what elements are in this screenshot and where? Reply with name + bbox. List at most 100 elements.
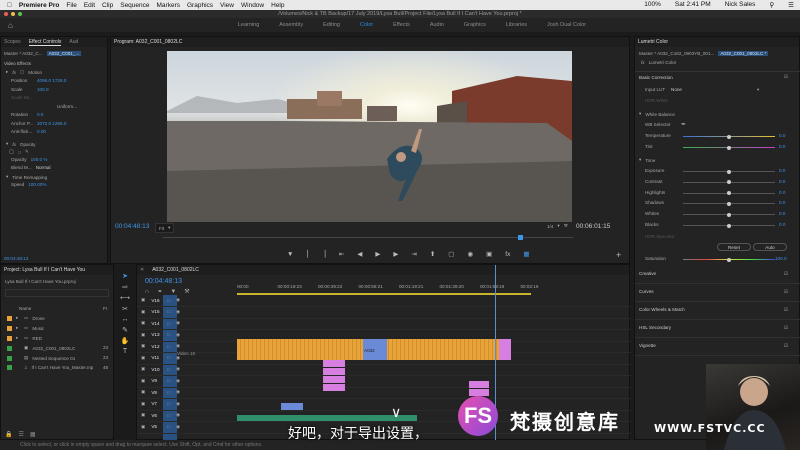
workspace-graphics[interactable]: Graphics [464, 22, 486, 28]
search-icon[interactable]: ⚲ [769, 1, 774, 9]
menu-markers[interactable]: Markers [157, 2, 180, 9]
tone-value[interactable]: 0.0 [779, 211, 785, 216]
tint-knob[interactable] [727, 145, 731, 150]
menu-clip[interactable]: Clip [102, 2, 113, 9]
eye-icon[interactable]: ◉ [176, 378, 180, 384]
track-lock-icon[interactable]: ▣ [141, 343, 145, 349]
eye-icon[interactable]: ◉ [176, 320, 180, 326]
track-name[interactable]: V13 [151, 332, 161, 337]
export-frame-icon[interactable]: ◉ [467, 250, 473, 258]
track-name[interactable]: V10 [151, 367, 161, 372]
track-header[interactable]: ▣ V9 □ ◉ [141, 378, 180, 384]
track-lock-icon[interactable]: ▣ [141, 355, 145, 361]
sync-lock-icon[interactable]: □ [167, 378, 170, 383]
sync-lock-icon[interactable]: □ [167, 424, 170, 429]
rect-mask-icon[interactable]: □ [18, 150, 21, 155]
lumetri-section-heading[interactable]: HSL Secondary [639, 325, 671, 330]
menu-list-icon[interactable]: ☰ [788, 1, 794, 9]
motion-property-value[interactable]: 0.0 [37, 112, 43, 117]
track-header[interactable]: ▣ V8 □ ◉ [141, 389, 180, 395]
sync-lock-icon[interactable]: □ [167, 344, 170, 349]
vr-video-icon[interactable]: ▦ [523, 250, 529, 258]
menu-window[interactable]: Window [241, 2, 264, 9]
track-header[interactable]: ▣ V7 □ ◉ [141, 401, 180, 407]
reset-button[interactable]: Reset [717, 243, 751, 251]
video-clip[interactable]: A032 [363, 339, 387, 360]
temperature-slider[interactable] [683, 134, 775, 139]
clip-label[interactable]: A032_C001_... [46, 51, 82, 56]
temperature-knob[interactable] [727, 134, 731, 139]
razor-tool-icon[interactable]: ✂ [122, 305, 128, 313]
temperature-value[interactable]: 0.0 [779, 133, 785, 138]
motion-property-value[interactable]: 2072.0 1296.0 [37, 121, 66, 126]
lumetri-master-label[interactable]: Master * A032_C162_0903YB_001... [639, 51, 714, 56]
eye-icon[interactable]: ◉ [176, 297, 180, 303]
timeline-timecode[interactable]: 00:04:48:13 [145, 278, 182, 285]
label-color-swatch[interactable] [7, 365, 12, 370]
speed-value[interactable]: 100.00% [28, 182, 46, 187]
lumetri-clip-label[interactable]: A032_C001_0802LC * [718, 51, 769, 56]
sync-lock-icon[interactable]: □ [167, 390, 170, 395]
track-header[interactable]: ▣ V13 □ ◉ [141, 332, 180, 338]
tab-sequence[interactable]: A032_C001_0802LC [152, 267, 199, 273]
audio-clip[interactable] [237, 415, 417, 421]
eye-icon[interactable]: ◉ [176, 412, 180, 418]
track-lock-icon[interactable]: ▣ [141, 320, 145, 326]
menu-graphics[interactable]: Graphics [187, 2, 213, 9]
track-header[interactable]: ▣ V11 □ ◉ [141, 355, 180, 361]
sync-lock-icon[interactable]: □ [167, 321, 170, 326]
video-clip[interactable]: A032 [323, 360, 345, 374]
selection-tool-icon[interactable]: ➤ [122, 272, 128, 280]
sync-lock-icon[interactable]: □ [167, 401, 170, 406]
hand-tool-icon[interactable]: ✋ [121, 337, 130, 345]
pen-mask-icon[interactable]: ✎ [25, 149, 29, 155]
menu-edit[interactable]: Edit [84, 2, 95, 9]
track-name[interactable]: V14 [151, 321, 161, 326]
tone-slider-knob[interactable] [727, 169, 731, 174]
zoom-window-button[interactable] [18, 12, 22, 16]
workspace-libraries[interactable]: Libraries [506, 22, 527, 28]
timeline-settings-icon[interactable]: ⚒ [184, 288, 189, 295]
track-header[interactable]: ▣ V16 □ ◉ [141, 297, 180, 303]
menu-view[interactable]: View [220, 2, 234, 9]
workspace-audio[interactable]: Audio [430, 22, 444, 28]
tone-slider-knob[interactable] [727, 201, 731, 206]
project-item[interactable]: ♫ If I Can't Have You_Master.mp [7, 365, 93, 370]
battery-status[interactable]: 100% [644, 1, 661, 9]
motion-property-value[interactable]: 0.00 [37, 129, 46, 134]
tone-slider[interactable] [683, 191, 775, 196]
lumetri-section-heading[interactable]: Color Wheels & Match [639, 307, 685, 312]
label-color-swatch[interactable] [7, 335, 12, 341]
track-name[interactable]: V6 [151, 413, 161, 418]
expand-arrow-icon[interactable]: ▸ [16, 325, 20, 331]
track-name[interactable]: V5 [151, 424, 161, 429]
eye-icon[interactable]: ◉ [176, 389, 180, 395]
tint-value[interactable]: 0.0 [779, 144, 785, 149]
tone-slider[interactable] [683, 223, 775, 228]
tone-slider-knob[interactable] [727, 191, 731, 196]
project-search-input[interactable] [5, 289, 109, 297]
workspace-assembly[interactable]: Assembly [279, 22, 303, 28]
sync-lock-icon[interactable]: □ [167, 413, 170, 418]
track-lock-icon[interactable]: ▣ [141, 424, 145, 430]
track-lock-icon[interactable]: ▣ [141, 389, 145, 395]
auto-button[interactable]: Auto [753, 243, 787, 251]
project-item[interactable]: ▸ ▭ Drone [7, 315, 45, 321]
project-item[interactable]: ▸ ▭ RED [7, 335, 42, 341]
list-view-icon[interactable]: ☰ [18, 431, 23, 438]
tab-lumetri-color[interactable]: Lumetri Color [638, 39, 668, 45]
sync-lock-icon[interactable]: □ [167, 298, 170, 303]
add-button-icon[interactable]: + [616, 250, 621, 260]
zoom-fit-select[interactable]: Fit [159, 226, 164, 231]
expand-arrow-icon[interactable]: ▸ [16, 315, 20, 321]
eye-icon[interactable]: ◉ [176, 332, 180, 338]
user-name[interactable]: Nick Sales [725, 1, 756, 9]
sync-lock-icon[interactable]: □ [167, 355, 170, 360]
tone-slider[interactable] [683, 212, 775, 217]
tab-project[interactable]: Project: Lysa Bull If I Can't Have You [4, 267, 85, 273]
go-to-out-icon[interactable]: ⇥ [411, 250, 416, 258]
eye-icon[interactable]: ◉ [176, 401, 180, 407]
extract-icon[interactable]: ▢ [448, 250, 454, 258]
program-timecode[interactable]: 00:04:48:13 [115, 223, 149, 230]
home-icon[interactable]: ⌂ [8, 21, 13, 30]
